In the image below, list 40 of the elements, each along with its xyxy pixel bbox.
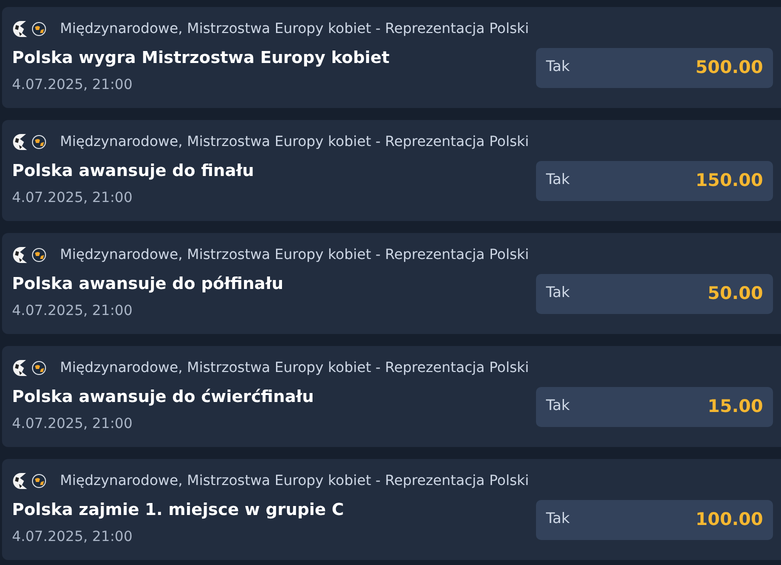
odds-value: 150.00 xyxy=(695,170,763,193)
event-date: 4.07.2025, 21:00 xyxy=(12,302,134,321)
globe-icon xyxy=(32,22,46,36)
football-icon xyxy=(12,472,28,490)
football-icon xyxy=(12,20,28,38)
outcome-label: Tak xyxy=(546,284,570,304)
event-date: 4.07.2025, 21:00 xyxy=(12,188,134,208)
odds-value: 15.00 xyxy=(708,396,763,419)
bet-title: Polska zajmie 1. miejsce w grupie C xyxy=(12,499,345,521)
odds-button[interactable]: Tak 150.00 xyxy=(536,161,773,201)
bet-title: Polska awansuje do finału xyxy=(12,160,256,182)
bet-title: Polska awansuje do ćwierćfinału xyxy=(12,386,315,408)
globe-icon xyxy=(32,248,46,262)
football-icon xyxy=(12,359,28,377)
event-date: 4.07.2025, 21:00 xyxy=(12,528,134,547)
globe-icon xyxy=(32,474,46,488)
league-name: Międzynarodowe, Mistrzostwa Europy kobiet - Reprezentacja Polski xyxy=(60,472,529,490)
league-name: Międzynarodowe, Mistrzostwa Europy kobiet - Reprezentacja Polski xyxy=(60,358,529,378)
football-icon xyxy=(12,246,28,264)
odds-value: 100.00 xyxy=(695,508,763,532)
league-name: Międzynarodowe, Mistrzostwa Europy kobiet - Reprezentacja Polski xyxy=(60,132,529,152)
globe-icon xyxy=(32,135,46,149)
odds-button[interactable]: Tak 15.00 xyxy=(536,387,773,427)
football-icon xyxy=(12,133,28,151)
league-name: Międzynarodowe, Mistrzostwa Europy kobiet - Reprezentacja Polski xyxy=(60,20,529,38)
globe-icon xyxy=(32,361,46,375)
league-name: Międzynarodowe, Mistrzostwa Europy kobiet - Reprezentacja Polski xyxy=(60,246,529,264)
odds-value: 500.00 xyxy=(695,56,763,80)
outcome-label: Tak xyxy=(546,397,570,416)
event-date: 4.07.2025, 21:00 xyxy=(12,414,134,434)
bet-title: Polska awansuje do półfinału xyxy=(12,273,284,295)
bet-title: Polska wygra Mistrzostwa Europy kobiet xyxy=(12,47,390,69)
outcome-label: Tak xyxy=(546,171,570,190)
outcome-label: Tak xyxy=(546,58,570,78)
outcome-label: Tak xyxy=(546,510,570,530)
odds-button[interactable]: Tak 100.00 xyxy=(536,500,773,540)
odds-button[interactable]: Tak 500.00 xyxy=(536,48,773,88)
event-date: 4.07.2025, 21:00 xyxy=(12,76,134,95)
odds-value: 50.00 xyxy=(708,282,763,306)
odds-button[interactable]: Tak 50.00 xyxy=(536,274,773,314)
